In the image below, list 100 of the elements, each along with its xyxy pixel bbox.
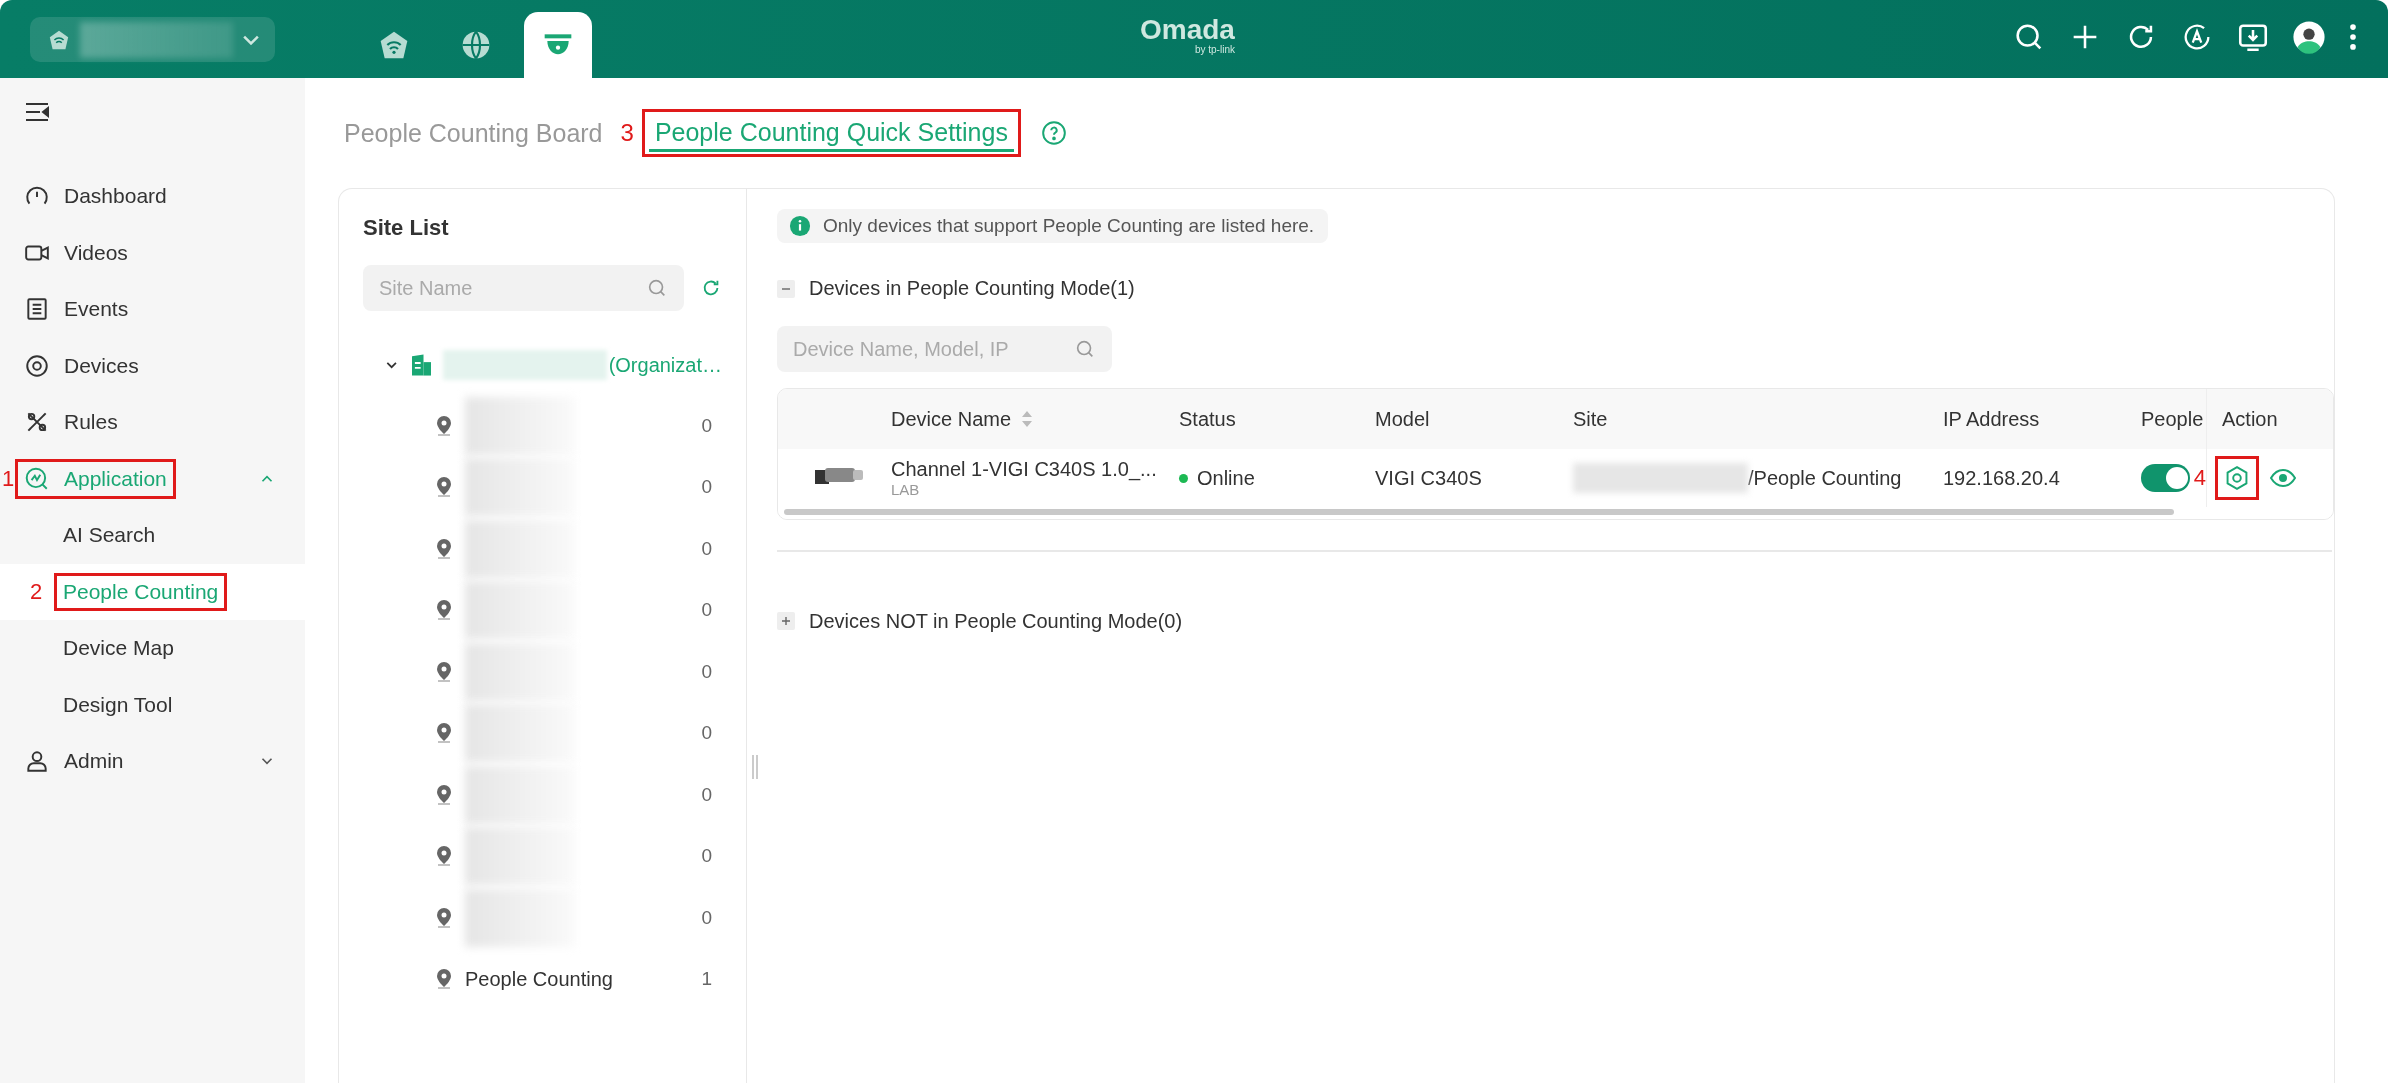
device-count: 0 <box>701 660 713 683</box>
column-header: Site <box>1572 407 1609 431</box>
resize-handle-icon[interactable] <box>751 755 759 779</box>
sidebar-item-label: Dashboard <box>64 184 167 209</box>
site-item[interactable]: 0 <box>363 395 722 457</box>
device-count: 0 <box>701 845 713 868</box>
collapse-icon[interactable] <box>777 279 795 298</box>
device-count: 0 <box>701 537 713 560</box>
page-tab[interactable]: People Counting Quick Settings <box>648 114 1014 152</box>
tree-node[interactable]: (Organizat… <box>363 345 722 385</box>
search-icon[interactable] <box>646 277 668 299</box>
column-header: Action <box>2206 389 2333 449</box>
location-pin-icon <box>435 906 453 929</box>
sidebar-subitem-label: AI Search <box>62 522 157 549</box>
sidebar-item[interactable]: Events <box>0 281 305 338</box>
app-tab[interactable] <box>524 12 592 78</box>
column-header: IP Address <box>1942 407 2041 431</box>
settings-icon[interactable] <box>2215 456 2259 500</box>
site-selector[interactable] <box>30 17 275 62</box>
eye-icon[interactable] <box>2269 467 2297 489</box>
logo-text: Omada <box>1140 16 1235 44</box>
sidebar-item-label: Rules <box>64 410 118 435</box>
sidebar-item-label: Events <box>64 297 129 322</box>
expand-icon[interactable] <box>777 612 795 630</box>
sidebar-subitem[interactable]: Design Tool <box>0 676 305 733</box>
device-count: 0 <box>701 722 713 745</box>
site-item[interactable]: 0 <box>363 887 722 949</box>
logo-subtitle: by tp-link <box>1194 44 1235 55</box>
toggle-switch[interactable] <box>2141 464 2190 492</box>
search-icon[interactable] <box>1074 338 1096 360</box>
devices-icon <box>24 352 50 379</box>
site-item[interactable]: 0 <box>363 641 722 703</box>
callout-number: 1 <box>2 465 15 492</box>
sidebar-subitem[interactable]: Device Map <box>0 620 305 677</box>
sidebar-item[interactable]: Devices <box>0 337 305 394</box>
table-cell: /People Counting <box>1748 466 1902 490</box>
site-item[interactable]: 0 <box>363 825 722 887</box>
site-item[interactable]: 0 <box>363 456 722 518</box>
application-icon <box>24 465 50 492</box>
horizontal-scrollbar[interactable] <box>778 507 2333 519</box>
avatar-icon[interactable] <box>2292 20 2326 54</box>
location-pin-icon <box>435 722 453 745</box>
callout-number: 4 <box>2193 465 2206 491</box>
sidebar-subitem[interactable]: AI Search <box>0 507 305 564</box>
sidebar-subitem[interactable]: 2 People Counting <box>0 563 305 620</box>
sidebar-item[interactable]: Dashboard <box>0 168 305 225</box>
device-count: 0 <box>701 476 713 499</box>
device-search-field[interactable]: Device Name, Model, IP <box>777 326 1112 372</box>
help-icon[interactable] <box>1040 120 1067 146</box>
events-icon <box>24 296 50 323</box>
location-pin-icon <box>435 660 453 683</box>
notice-text: Only devices that support People Counting are listed here. <box>823 215 1315 237</box>
device-count: 0 <box>701 783 713 806</box>
device-count: 0 <box>701 599 713 622</box>
wifi-house-icon[interactable] <box>378 29 410 61</box>
sidebar-item-label: Devices <box>64 353 139 378</box>
site-item[interactable]: 0 <box>363 764 722 826</box>
callout-number: 2 <box>30 578 43 605</box>
globe-icon[interactable] <box>460 29 492 61</box>
sidebar-item[interactable]: 1 Application <box>0 450 305 507</box>
column-header: People <box>2140 407 2205 431</box>
section-title: Devices in People Counting Mode(1) <box>809 277 1135 300</box>
location-pin-icon <box>435 968 453 991</box>
sidebar-subitem-label: Design Tool <box>62 691 174 718</box>
wifi-house-icon <box>48 28 70 51</box>
column-header: Model <box>1374 407 1431 431</box>
site-search-field[interactable]: Site Name <box>363 265 684 311</box>
column-header: Status <box>1178 407 1237 431</box>
sidebar-item-label: Videos <box>64 240 128 265</box>
caret-icon <box>243 34 259 45</box>
location-pin-icon <box>435 414 453 437</box>
status-text: Online <box>1197 466 1255 490</box>
location-pin-icon <box>435 845 453 868</box>
device-count: 0 <box>701 906 713 929</box>
site-item[interactable]: 0 <box>363 702 722 764</box>
menu-collapse-icon[interactable] <box>24 100 50 124</box>
location-pin-icon <box>435 599 453 622</box>
device-name[interactable]: Channel 1-VIGI C340S 1.0_... <box>891 458 1164 481</box>
location-pin-icon <box>435 476 453 499</box>
site-item[interactable]: People Counting 1 <box>363 948 722 1010</box>
section-title: Devices NOT in People Counting Mode(0) <box>809 609 1183 633</box>
location-pin-icon <box>435 783 453 806</box>
site-item[interactable]: 0 <box>363 518 722 580</box>
device-subtitle: LAB <box>891 481 921 498</box>
table-cell-text: 192.168.20.4 <box>1942 466 2061 490</box>
sidebar-item[interactable]: Videos <box>0 224 305 281</box>
sidebar-subitem-label: Device Map <box>62 635 175 662</box>
sidebar-item[interactable]: Admin <box>0 733 305 790</box>
site-name: People Counting <box>465 967 613 991</box>
table-cell-text: VIGI C340S <box>1374 466 1483 490</box>
device-count: 1 <box>701 968 713 991</box>
tree-node-label: (Organizat… <box>608 353 722 377</box>
device-count: 0 <box>701 414 713 437</box>
column-header[interactable]: Device Name <box>891 407 1012 431</box>
building-icon <box>412 354 432 376</box>
sidebar-item-label: Admin <box>64 749 124 774</box>
sidebar-item[interactable]: Rules <box>0 394 305 451</box>
site-item[interactable]: 0 <box>363 579 722 641</box>
location-pin-icon <box>435 537 453 560</box>
sidebar-item-label: Application <box>64 466 167 491</box>
